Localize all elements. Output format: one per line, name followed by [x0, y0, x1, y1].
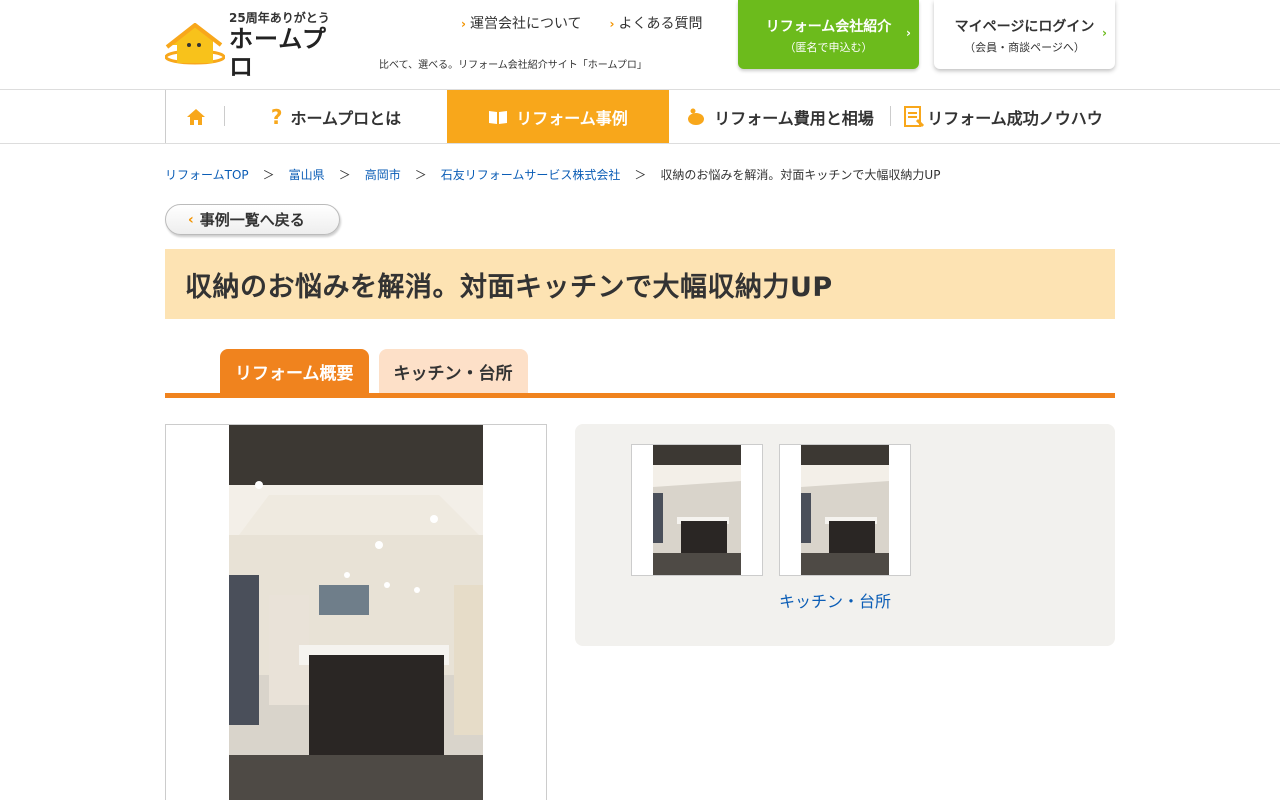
chevron-right-icon: › [906, 26, 911, 40]
breadcrumb: リフォームTOP ＞ 富山県 ＞ 高岡市 ＞ 石友リフォームサービス株式会社 ＞… [165, 166, 941, 183]
site-header: 25周年ありがとう ホームプロ 比べて、選べる。リフォーム会社紹介サイト「ホーム… [0, 0, 1280, 90]
tab-overview[interactable]: リフォーム概要 [220, 349, 369, 393]
thumbnail-panel: キッチン・台所 [575, 424, 1115, 646]
breadcrumb-link-city[interactable]: 高岡市 [365, 166, 401, 183]
document-icon [903, 105, 925, 128]
breadcrumb-current: 収納のお悩みを解消。対面キッチンで大幅収納力UP [660, 168, 941, 182]
chevron-right-icon: › [461, 17, 466, 31]
title-box: 収納のお悩みを解消。対面キッチンで大幅収納力UP [165, 249, 1115, 319]
tab-kitchen[interactable]: キッチン・台所 [378, 349, 528, 393]
book-icon [488, 109, 508, 125]
breadcrumb-link-prefecture[interactable]: 富山県 [289, 166, 325, 183]
chevron-left-icon: ‹ [188, 211, 194, 228]
kitchen-photo-image [229, 425, 483, 800]
house-logo-icon [164, 22, 226, 69]
logo-name: ホームプロ [229, 25, 327, 81]
kitchen-thumbnail-image [801, 445, 889, 575]
company-referral-button[interactable]: リフォーム会社紹介 （匿名で申込む） › [738, 0, 919, 69]
kitchen-thumbnail-image [653, 445, 741, 575]
faq-link[interactable]: › よくある質問 [610, 13, 703, 33]
tagline: 比べて、選べる。リフォーム会社紹介サイト「ホームプロ」 [379, 60, 647, 71]
piggy-bank-icon [686, 108, 706, 126]
company-link[interactable]: › 運営会社について [461, 13, 582, 33]
nav-home[interactable] [165, 90, 225, 143]
thumbnail-2[interactable] [779, 444, 911, 576]
breadcrumb-link-company[interactable]: 石友リフォームサービス株式会社 [441, 166, 621, 183]
global-nav: ? ホームプロとは リフォーム事例 リフォーム費用と相場 リフォーム成功ノウハウ [0, 90, 1280, 144]
back-to-list-button[interactable]: ‹ 事例一覧へ戻る [165, 204, 340, 235]
nav-cases[interactable]: リフォーム事例 [447, 90, 669, 143]
tab-bar: リフォーム概要 キッチン・台所 [165, 349, 1115, 398]
login-button[interactable]: マイページにログイン （会員・商談ページへ） › [934, 0, 1115, 69]
nav-about[interactable]: ? ホームプロとは [225, 90, 447, 143]
logo[interactable]: 25周年ありがとう ホームプロ [164, 11, 341, 81]
chevron-right-icon: › [609, 17, 615, 31]
nav-cost[interactable]: リフォーム費用と相場 [669, 90, 891, 143]
chevron-right-icon: › [1102, 26, 1107, 40]
question-icon: ? [270, 104, 283, 129]
logo-anniversary: 25周年ありがとう [229, 11, 330, 25]
thumbnail-caption-link[interactable]: キッチン・台所 [631, 588, 1115, 612]
nav-knowhow[interactable]: リフォーム成功ノウハウ [891, 90, 1115, 143]
page-title: 収納のお悩みを解消。対面キッチンで大幅収納力UP [185, 271, 833, 303]
breadcrumb-link-top[interactable]: リフォームTOP [165, 166, 249, 183]
top-links: › 運営会社について › よくある質問 [461, 13, 703, 33]
main-photo[interactable] [165, 424, 547, 800]
thumbnail-1[interactable] [631, 444, 763, 576]
home-icon [186, 108, 205, 125]
